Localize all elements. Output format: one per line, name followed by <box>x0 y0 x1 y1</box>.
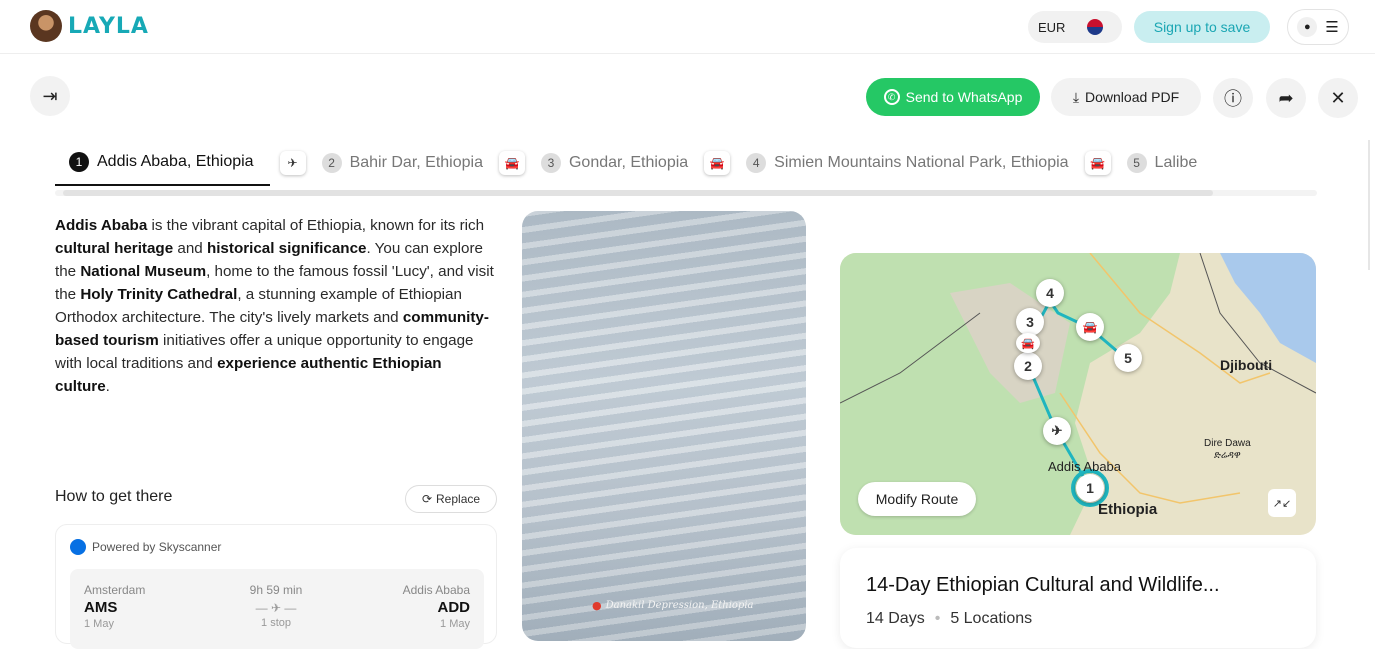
destination: Addis Ababa ADD 1 May <box>403 583 470 630</box>
currency-label: EUR <box>1038 19 1066 35</box>
tabs-scrollbar[interactable] <box>55 190 1317 196</box>
stop-number: 2 <box>321 153 342 173</box>
stop-label: Lalibe <box>1154 154 1198 171</box>
refresh-icon: ⟳ <box>421 492 433 506</box>
trip-locations: 5 Locations <box>950 610 1033 627</box>
stop-label: Bahir Dar, Ethiopia <box>349 154 483 171</box>
plane-icon: ✈ <box>279 151 306 175</box>
map-marker-5[interactable]: 5 <box>1114 344 1142 372</box>
send-to-whatsapp-button[interactable]: ✆ Send to WhatsApp <box>866 78 1040 116</box>
tab-stop-3[interactable]: 3 Gondar, Ethiopia <box>535 140 694 186</box>
duration-label: 9h 59 min <box>249 583 303 597</box>
page-scrollbar[interactable] <box>1368 140 1370 270</box>
us-flag-icon <box>1087 19 1104 35</box>
destination-code: ADD <box>437 599 471 616</box>
origin-code: AMS <box>84 599 118 616</box>
replace-label: Replace <box>436 492 481 506</box>
tab-stop-1[interactable]: 1 Addis Ababa, Ethiopia <box>55 140 270 186</box>
hamburger-icon: ☰ <box>1325 19 1339 36</box>
how-to-get-there-title: How to get there <box>55 488 173 505</box>
car-icon: 🚘 <box>704 151 731 175</box>
map-label-addis-ababa: Addis Ababa <box>1048 459 1122 474</box>
route-map[interactable]: Djibouti Dire Dawa ድሬዳዋ Addis Ababa Ethi… <box>840 253 1316 535</box>
share-button[interactable]: ➦ <box>1266 78 1306 118</box>
user-icon: ● <box>1297 17 1318 37</box>
download-pdf-button[interactable]: ⤓ Download PDF <box>1051 78 1201 116</box>
powered-by-label: Powered by Skyscanner <box>92 540 222 554</box>
origin: Amsterdam AMS 1 May <box>84 583 145 630</box>
flight-card[interactable]: Powered by Skyscanner Amsterdam AMS 1 Ma… <box>55 524 497 649</box>
plane-icon: — ✈ — <box>255 601 297 615</box>
caption-text: Danakil Depression, Ethiopia <box>605 600 754 611</box>
expand-map-icon[interactable]: ↗↙ <box>1268 489 1296 517</box>
map-label-dire-dawa-am: ድሬዳዋ <box>1214 450 1241 461</box>
map-label-djibouti: Djibouti <box>1220 357 1273 373</box>
flight-duration: 9h 59 min — ✈ — 1 stop <box>240 583 312 629</box>
destination-date: 1 May <box>440 618 470 630</box>
skyscanner-icon <box>70 539 86 555</box>
whatsapp-label: Send to WhatsApp <box>905 89 1023 105</box>
origin-date: 1 May <box>84 618 114 630</box>
trip-title: 14-Day Ethiopian Cultural and Wildlife..… <box>866 574 1220 596</box>
info-icon: ⓘ <box>1224 89 1242 109</box>
info-button[interactable]: ⓘ <box>1213 78 1253 118</box>
account-menu-button[interactable]: ● ☰ <box>1287 9 1349 45</box>
map-marker-2[interactable]: 2 <box>1014 352 1042 380</box>
pdf-label: Download PDF <box>1085 89 1180 105</box>
origin-city: Amsterdam <box>84 583 146 597</box>
collapse-panel-button[interactable]: ⇥ <box>30 76 70 116</box>
map-marker-4[interactable]: 4 <box>1036 279 1064 307</box>
stop-tabs: 1 Addis Ababa, Ethiopia ✈ 2 Bahir Dar, E… <box>55 140 1317 192</box>
map-marker-1[interactable]: 1 <box>1076 474 1104 502</box>
flight-summary[interactable]: Amsterdam AMS 1 May 9h 59 min — ✈ — 1 st… <box>70 569 484 649</box>
sign-up-button[interactable]: Sign up to save <box>1134 11 1270 43</box>
stops-label: 1 stop <box>261 617 291 629</box>
share-icon: ➦ <box>1278 87 1294 108</box>
logo-avatar-icon <box>30 10 62 42</box>
map-marker-3[interactable]: 3 <box>1016 308 1044 336</box>
tab-stop-5[interactable]: 5 Lalibe <box>1121 140 1204 186</box>
photo-caption: ● Danakil Depression, Ethiopia <box>592 599 753 612</box>
separator-dot: • <box>934 610 941 627</box>
car-icon: 🚘 <box>1016 333 1040 353</box>
close-button[interactable]: ✕ <box>1318 78 1358 118</box>
close-icon: ✕ <box>1330 87 1346 108</box>
stop-number: 3 <box>540 153 561 173</box>
map-label-dire-dawa: Dire Dawa <box>1204 438 1251 449</box>
download-icon: ⤓ <box>1072 88 1080 105</box>
top-bar: LAYLA EUR Sign up to save ● ☰ <box>0 0 1375 54</box>
scrollbar-thumb[interactable] <box>63 190 1213 196</box>
car-icon: 🚘 <box>498 151 525 175</box>
stop-number: 4 <box>746 153 767 173</box>
replace-flight-button[interactable]: ⟳ Replace <box>405 485 497 513</box>
trip-meta: 14 Days • 5 Locations <box>866 610 1032 628</box>
stop-label: Gondar, Ethiopia <box>568 154 689 171</box>
stop-label: Addis Ababa, Ethiopia <box>97 153 254 170</box>
skyscanner-attribution: Powered by Skyscanner <box>70 539 221 555</box>
modify-route-button[interactable]: Modify Route <box>858 482 976 516</box>
stop-description: Addis Ababa is the vibrant capital of Et… <box>55 217 494 395</box>
tab-stop-4[interactable]: 4 Simien Mountains National Park, Ethiop… <box>740 140 1074 186</box>
plane-icon: ✈ <box>1043 417 1071 445</box>
tab-stop-2[interactable]: 2 Bahir Dar, Ethiopia <box>316 140 489 186</box>
stop-label: Simien Mountains National Park, Ethiopia <box>774 154 1069 171</box>
car-icon: 🚘 <box>1076 313 1104 341</box>
logo[interactable]: LAYLA <box>30 10 149 42</box>
destination-city: Addis Ababa <box>402 583 470 597</box>
currency-selector[interactable]: EUR <box>1028 11 1122 43</box>
brand-name: LAYLA <box>68 13 149 39</box>
trip-days: 14 Days <box>866 610 925 627</box>
arrow-right-bar-icon: ⇥ <box>42 85 58 106</box>
map-label-ethiopia: Ethiopia <box>1098 501 1158 518</box>
stop-number: 1 <box>69 152 89 172</box>
destination-photo: ● Danakil Depression, Ethiopia <box>522 211 806 641</box>
whatsapp-icon: ✆ <box>883 89 900 105</box>
location-pin-icon: ● <box>592 599 602 612</box>
stop-number: 5 <box>1126 153 1147 173</box>
trip-summary-card[interactable]: 14-Day Ethiopian Cultural and Wildlife..… <box>840 548 1316 648</box>
car-icon: 🚘 <box>1084 151 1111 175</box>
